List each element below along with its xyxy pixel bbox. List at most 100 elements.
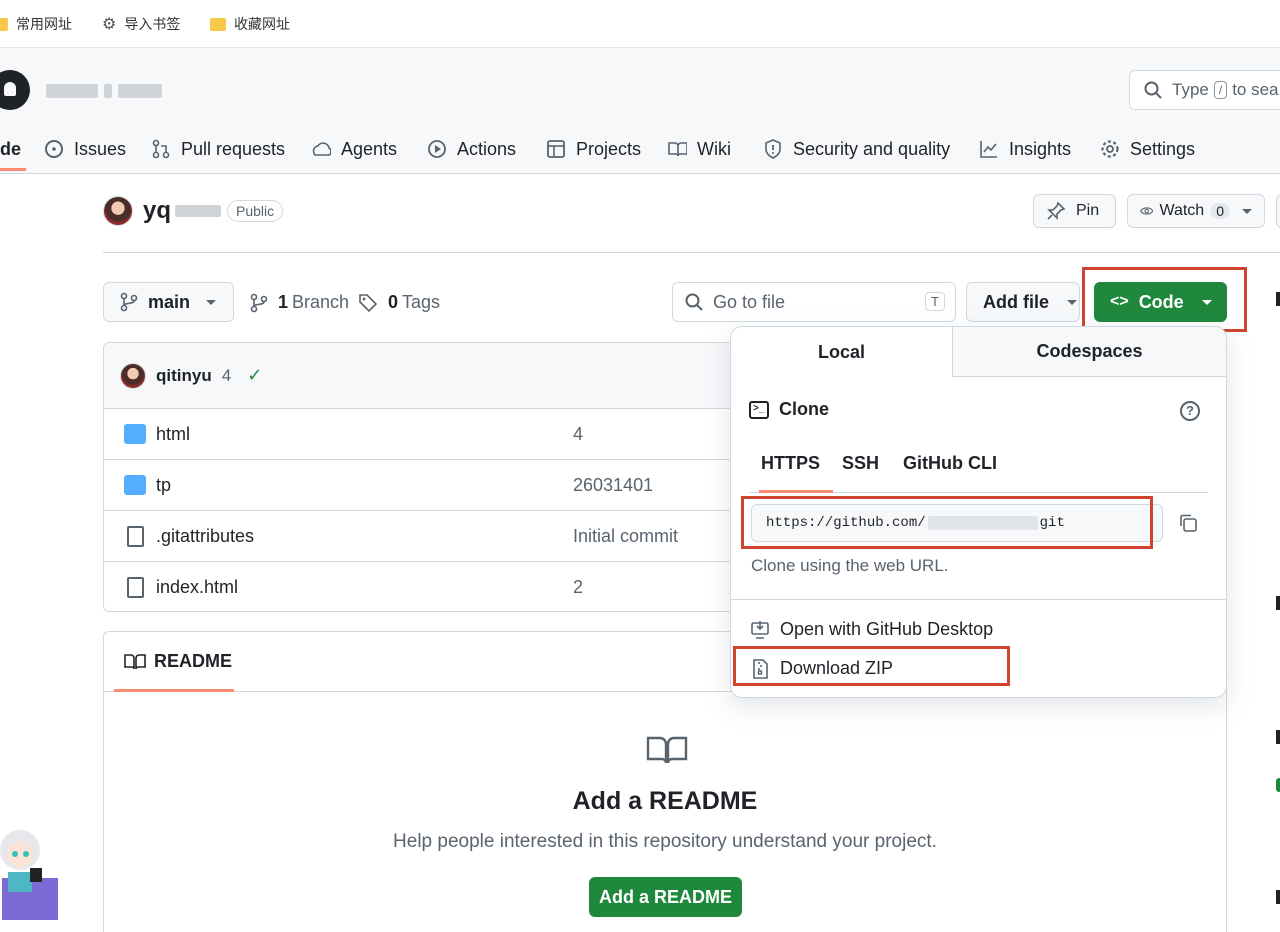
add-file-button[interactable]: Add file	[966, 282, 1080, 322]
active-tab-indicator	[114, 689, 234, 692]
check-icon: ✓	[247, 365, 263, 385]
folder-icon	[210, 17, 226, 31]
add-readme-button[interactable]: Add a README	[589, 877, 742, 917]
active-tab-indicator	[759, 490, 833, 493]
github-header: Type / to sea de Issues Pull requests Ag…	[0, 48, 1280, 174]
folder-icon	[0, 17, 8, 31]
clone-tabs: Local Codespaces	[731, 327, 1226, 377]
branch-icon	[250, 293, 268, 312]
table-row[interactable]: .gitattributes Initial commit	[104, 511, 802, 562]
visibility-badge: Public	[227, 200, 284, 222]
mascot-sticker	[0, 830, 58, 920]
book-icon	[124, 653, 146, 669]
desktop-download-icon	[751, 620, 769, 639]
repo-title: yq Public	[103, 196, 284, 226]
file-icon	[127, 577, 144, 598]
pin-button[interactable]: Pin	[1033, 194, 1116, 228]
highlight-clone-url	[741, 496, 1153, 549]
clone-heading: >_ Clone	[749, 399, 829, 420]
play-icon	[427, 139, 447, 159]
highlight-download-zip	[733, 646, 1010, 686]
search-input[interactable]: Type / to sea	[1129, 70, 1280, 110]
chevron-down-icon	[1242, 208, 1252, 214]
tags-link[interactable]: 0 Tags	[358, 292, 440, 313]
avatar	[103, 196, 133, 226]
highlight-code-button	[1082, 267, 1247, 332]
tab-issues[interactable]: Issues	[44, 126, 126, 172]
commit-message[interactable]: 4	[222, 366, 231, 386]
avatar	[120, 362, 146, 389]
owner-name-redacted[interactable]	[46, 84, 180, 100]
sidebar-clipped-dot	[1276, 778, 1280, 792]
tab-security[interactable]: Security and quality	[763, 126, 950, 172]
sidebar-clipped-text	[1276, 596, 1280, 610]
divider	[103, 252, 1280, 253]
tab-settings[interactable]: Settings	[1100, 126, 1195, 172]
search-icon	[1144, 81, 1162, 99]
sidebar-clipped-text	[1276, 730, 1280, 744]
sidebar-clipped-text	[1276, 890, 1280, 904]
search-icon	[685, 293, 703, 311]
bookmarks-bar: 常用网址 ⚙ 导入书签 收藏网址	[0, 0, 1280, 48]
tab-projects[interactable]: Projects	[546, 126, 641, 172]
tab-insights[interactable]: Insights	[979, 126, 1071, 172]
tab-wiki[interactable]: Wiki	[667, 126, 731, 172]
repo-name-redacted	[175, 205, 222, 217]
search-shortcut-key: /	[1213, 81, 1228, 99]
tab-code[interactable]: de	[0, 126, 21, 172]
gear-icon: ⚙	[102, 16, 117, 33]
bookmark-common-sites[interactable]: 常用网址	[0, 14, 72, 34]
sidebar-clipped-text	[1276, 292, 1280, 306]
folder-icon	[124, 424, 146, 444]
pull-request-icon	[151, 139, 171, 159]
tab-ssh[interactable]: SSH	[842, 453, 879, 474]
bookmark-favorites[interactable]: 收藏网址	[210, 14, 290, 34]
open-github-desktop-item[interactable]: Open with GitHub Desktop	[751, 619, 993, 640]
shortcut-key: T	[925, 292, 945, 311]
book-icon	[667, 139, 687, 159]
watch-button[interactable]: Watch 0	[1127, 194, 1265, 228]
commit-author[interactable]: qitinyu	[156, 366, 212, 386]
shield-icon	[763, 139, 783, 159]
file-table: qitinyu 4 ✓ html 4 tp 26031401 .gitattri…	[103, 342, 803, 612]
github-logo-icon[interactable]	[0, 70, 30, 110]
gear-icon	[1100, 139, 1120, 159]
protocol-tabs: HTTPS SSH GitHub CLI	[749, 437, 1208, 493]
active-tab-indicator	[0, 168, 26, 171]
chevron-down-icon	[1067, 299, 1077, 305]
tab-actions[interactable]: Actions	[427, 126, 516, 172]
file-icon	[127, 526, 144, 547]
folder-icon	[124, 475, 146, 495]
tag-icon	[359, 293, 378, 312]
divider	[731, 599, 1226, 600]
table-row[interactable]: index.html 2	[104, 562, 802, 611]
tab-pull-requests[interactable]: Pull requests	[151, 126, 285, 172]
bookmark-import[interactable]: ⚙ 导入书签	[102, 14, 180, 34]
tab-https[interactable]: HTTPS	[761, 453, 820, 474]
chevron-down-icon	[206, 299, 217, 305]
pin-icon	[1047, 201, 1066, 220]
table-row[interactable]: tp 26031401	[104, 460, 802, 511]
go-to-file-input[interactable]: Go to file T	[672, 282, 956, 322]
readme-title: Add a README	[572, 787, 758, 815]
tab-agents[interactable]: Agents	[311, 126, 397, 172]
branch-icon	[120, 292, 138, 312]
fork-button-clipped[interactable]	[1276, 194, 1280, 228]
branch-selector[interactable]: main	[103, 282, 234, 322]
latest-commit-row: qitinyu 4 ✓	[104, 343, 802, 409]
watch-count: 0	[1210, 203, 1230, 219]
branches-link[interactable]: 1 Branch	[250, 292, 349, 313]
tab-github-cli[interactable]: GitHub CLI	[903, 453, 997, 474]
copy-icon[interactable]	[1178, 513, 1198, 533]
repo-name[interactable]: yq	[143, 197, 171, 225]
tab-codespaces[interactable]: Codespaces	[953, 327, 1226, 377]
table-icon	[546, 139, 566, 159]
help-icon[interactable]: ?	[1180, 401, 1200, 421]
book-icon	[646, 736, 688, 764]
issue-icon	[44, 139, 64, 159]
graph-icon	[979, 139, 999, 159]
table-row[interactable]: html 4	[104, 409, 802, 460]
clone-help-text: Clone using the web URL.	[751, 556, 949, 575]
agents-icon	[311, 139, 331, 159]
tab-local[interactable]: Local	[731, 327, 953, 377]
